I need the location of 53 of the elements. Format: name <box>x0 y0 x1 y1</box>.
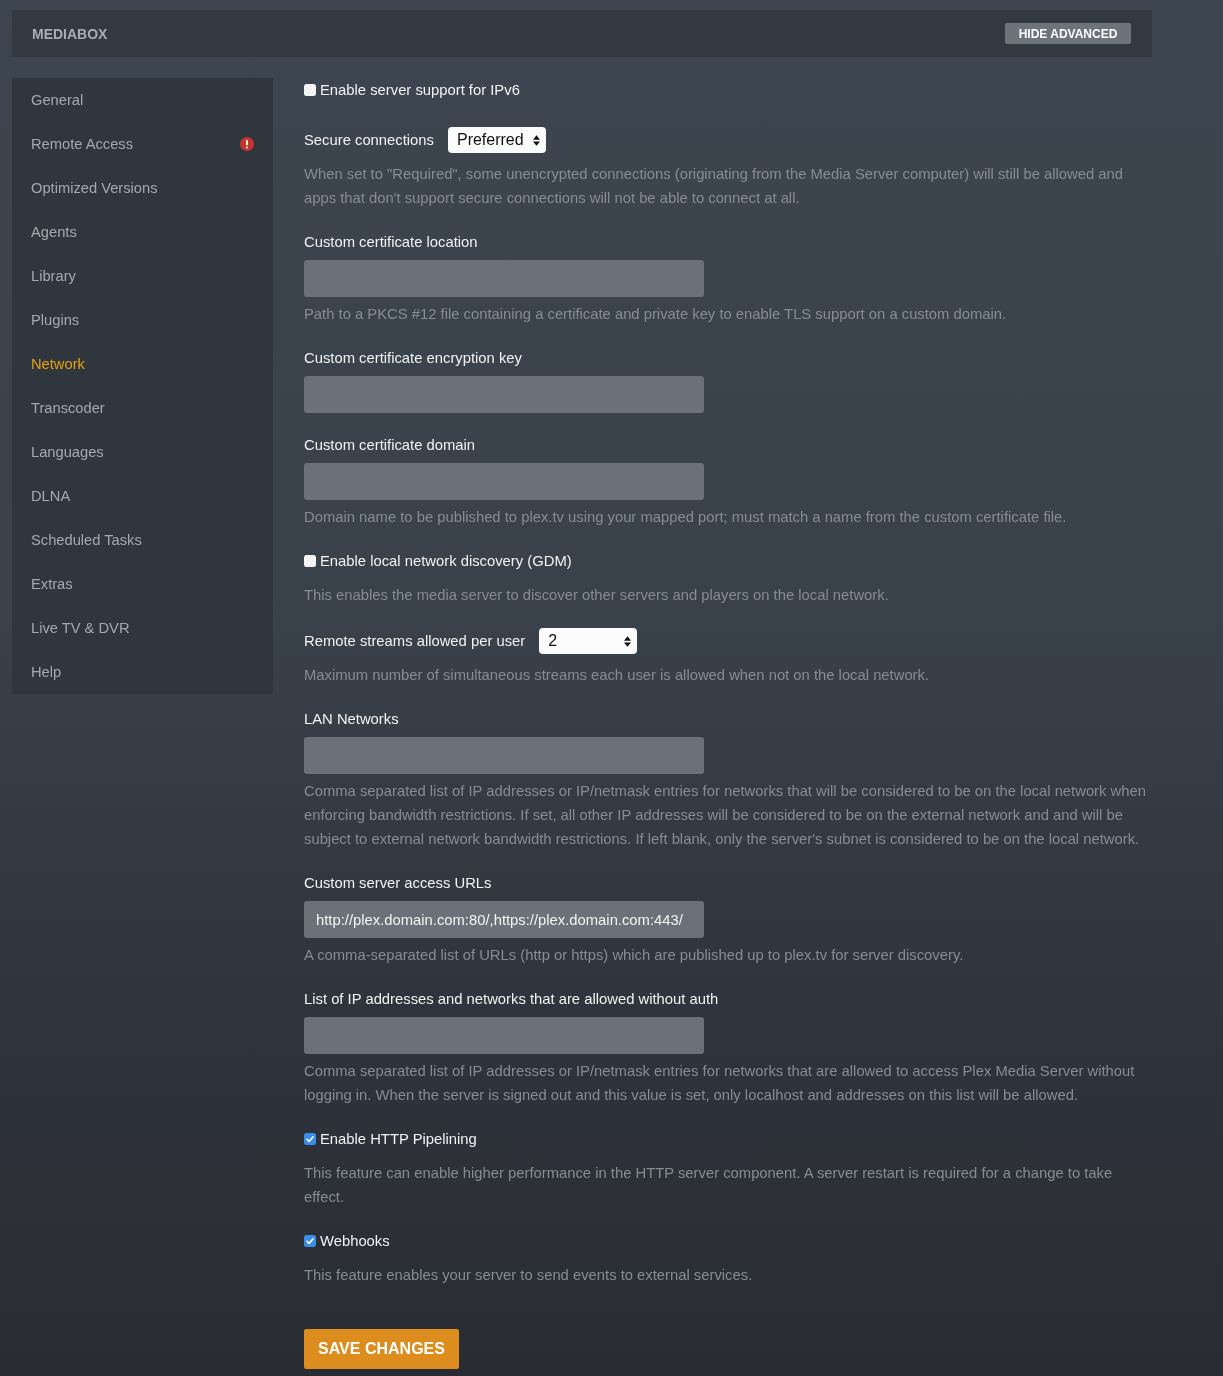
sidebar-item[interactable]: Help <box>12 650 273 694</box>
help-text: A comma-separated list of URLs (http or https) which are published up to plex.tv for server discovery. <box>304 946 965 965</box>
help-text: This feature enables your server to send events to external services. <box>304 1266 754 1285</box>
help-text: Maximum number of simultaneous streams each user is allowed when not on the local network. <box>304 666 931 685</box>
help-text: This feature can enable higher performance in the HTTP server component. A server restart is required for a change to take effect. <box>304 1164 1114 1207</box>
sidebar-item[interactable]: Languages <box>12 430 273 474</box>
help-text: This enables the media server to discover other servers and players on the local network. <box>304 586 890 605</box>
checkbox[interactable] <box>304 555 316 567</box>
text-field[interactable]: http://plex.domain.com:80/,https://plex.domain.com:443/ <box>304 901 704 938</box>
text-field[interactable] <box>304 463 704 500</box>
text-field[interactable] <box>304 737 704 774</box>
field-label: Custom certificate location <box>304 233 479 252</box>
checkbox[interactable] <box>304 84 316 96</box>
dropdown-select[interactable]: Preferred <box>447 127 546 153</box>
field-label: Custom certificate domain <box>304 436 477 455</box>
sidebar-item[interactable]: Plugins <box>12 298 273 342</box>
server-name: MEDIABOX <box>32 25 108 42</box>
help-text: Comma separated list of IP addresses or IP/netmask entries for networks that are allowed to access Plex Media Server without logging in. When the server is signed out and this value is set, only localhost and addresses on this list will be allowed. <box>304 1062 1136 1105</box>
sidebar-item[interactable]: Library <box>12 254 273 298</box>
field-label: Custom server access URLs <box>304 874 493 893</box>
sidebar-item[interactable]: Extras <box>12 562 273 606</box>
sidebar-item[interactable]: Live TV & DVR <box>12 606 273 650</box>
sidebar-item[interactable]: Agents <box>12 210 273 254</box>
sidebar-item[interactable]: Scheduled Tasks <box>12 518 273 562</box>
checkbox[interactable] <box>304 1235 316 1247</box>
help-text: When set to "Required", some unencrypted connections (originating from the Media Server computer) will still be allowed and apps that don't support secure connections will not be able to connect at all. <box>304 165 1124 208</box>
checkbox-label: Enable server support for IPv6 <box>320 81 520 100</box>
sidebar-item[interactable]: General <box>12 78 273 122</box>
field-label: Remote streams allowed per user <box>304 632 526 651</box>
dropdown-select[interactable]: 2 <box>539 628 638 654</box>
sidebar-item[interactable]: Remote Access <box>12 122 273 166</box>
hide-advanced-button[interactable]: HIDE ADVANCED <box>1005 23 1131 44</box>
field-label: Custom certificate encryption key <box>304 349 523 368</box>
checkbox-label: Enable local network discovery (GDM) <box>320 552 572 571</box>
field-label: LAN Networks <box>304 710 400 729</box>
updown-caret-icon <box>532 134 540 146</box>
sidebar-item[interactable]: Network <box>12 342 273 386</box>
help-text: Comma separated list of IP addresses or IP/netmask entries for networks that will be considered to be on the local network when enforcing bandwidth restrictions. If set, all other IP addresses will be considered to be on the external network and and will be subject to external network bandwidth restrictions. If left blank, only the server's subnet is considered to be on the local network. <box>304 782 1147 849</box>
help-text: Domain name to be published to plex.tv using your mapped port; must match a name from the custom certificate file. <box>304 508 1068 527</box>
save-changes-button[interactable]: SAVE CHANGES <box>304 1329 459 1369</box>
checkbox[interactable] <box>304 1133 316 1145</box>
updown-caret-icon <box>624 635 632 647</box>
field-label: Secure connections <box>304 131 434 150</box>
checkbox-label: Enable HTTP Pipelining <box>320 1130 477 1149</box>
text-field[interactable] <box>304 1017 704 1054</box>
text-field[interactable] <box>304 376 704 413</box>
sidebar-item[interactable]: DLNA <box>12 474 273 518</box>
sidebar-item[interactable]: Transcoder <box>12 386 273 430</box>
checkbox-label: Webhooks <box>320 1232 390 1251</box>
text-field[interactable] <box>304 260 704 297</box>
help-text: Path to a PKCS #12 file containing a certificate and private key to enable TLS support on a custom domain. <box>304 305 1008 324</box>
field-label: List of IP addresses and networks that are allowed without auth <box>304 990 720 1009</box>
sidebar-item[interactable]: Optimized Versions <box>12 166 273 210</box>
